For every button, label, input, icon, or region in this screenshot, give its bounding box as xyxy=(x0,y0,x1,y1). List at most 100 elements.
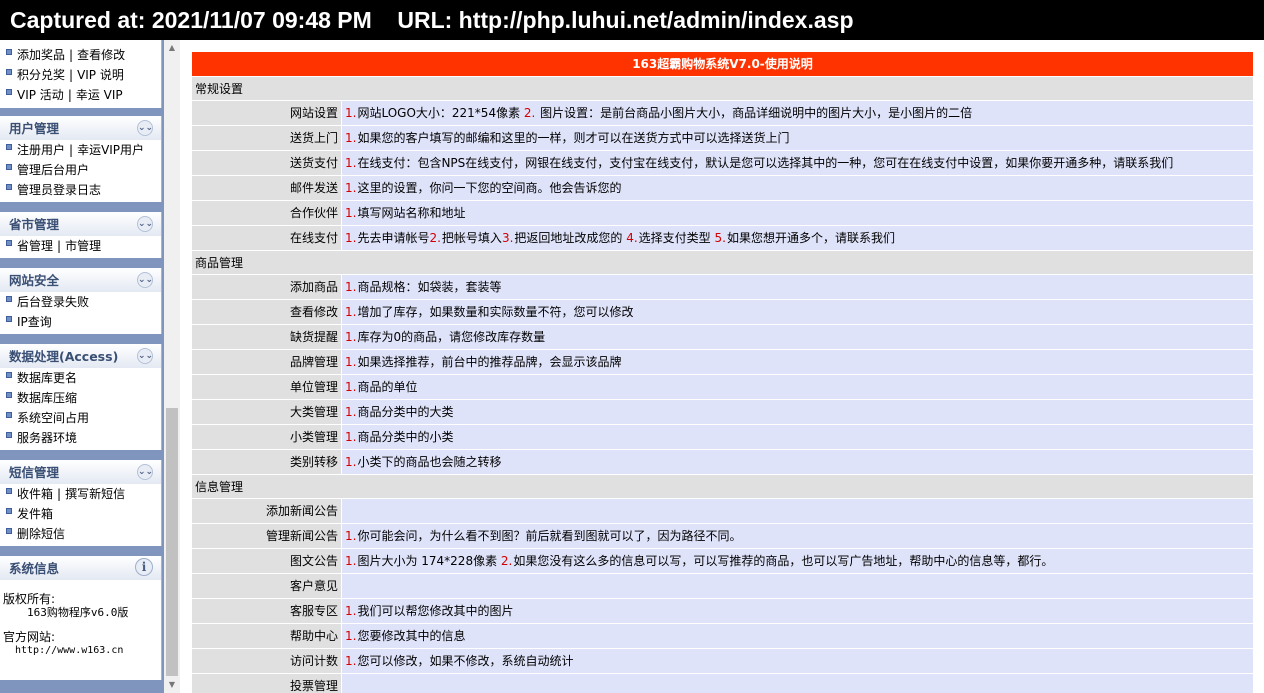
menu-line: 管理员登录日志 xyxy=(0,180,161,200)
step-text: 在线支付：包含NPS在线支付，网银在线支付，支付宝在线支付，默认是您可以选择其中… xyxy=(357,156,1174,170)
menu-link-points-exchange[interactable]: 积分兑奖 xyxy=(17,68,65,82)
menu-link-registered-users[interactable]: 注册用户 xyxy=(17,143,65,157)
row-label: 投票管理 xyxy=(192,674,342,693)
bullet-icon xyxy=(6,508,12,514)
step-text: 图片设置：是前台商品小图片大小，商品详细说明中的图片大小，是小图片的二倍 xyxy=(536,106,973,120)
row-label: 管理新闻公告 xyxy=(192,524,342,548)
panel-header[interactable]: 网站安全 ⌄⌄ xyxy=(0,268,161,292)
step-number: 1. xyxy=(345,405,357,419)
step-text: 如果您想开通多个，请联系我们 xyxy=(726,231,895,245)
menu-link-delete-sms[interactable]: 删除短信 xyxy=(17,527,65,541)
menu-line: 系统空间占用 xyxy=(0,408,161,428)
official-site-label: 官方网站: xyxy=(3,630,56,644)
row-label: 查看修改 xyxy=(192,300,342,324)
panel-header[interactable]: 用户管理 ⌄⌄ xyxy=(0,116,161,140)
panel-title: 系统信息 xyxy=(9,561,60,576)
menu-link-login-failures[interactable]: 后台登录失败 xyxy=(17,295,89,309)
bullet-icon xyxy=(6,528,12,534)
menu-line: 服务器环境 xyxy=(0,428,161,448)
panel-title: 数据处理(Access) xyxy=(9,349,119,364)
menu-link-vip-info[interactable]: VIP 说明 xyxy=(77,68,124,82)
section-header: 信息管理 xyxy=(192,475,1253,499)
row-label: 大类管理 xyxy=(192,400,342,424)
menu-link-server-env[interactable]: 服务器环境 xyxy=(17,431,77,445)
table-row: 帮助中心 1.您要修改其中的信息 xyxy=(192,624,1253,649)
table-row: 查看修改 1.增加了库存，如果数量和实际数量不符，您可以修改 xyxy=(192,300,1253,325)
separator: | xyxy=(67,88,72,102)
row-label: 图文公告 xyxy=(192,549,342,573)
menu-line: 数据库更名 xyxy=(0,368,161,388)
menu-link-db-compress[interactable]: 数据库压缩 xyxy=(17,391,77,405)
double-chevron-down-icon[interactable]: ⌄⌄ xyxy=(137,348,153,364)
bullet-icon xyxy=(6,316,12,322)
row-description: 1.填写网站名称和地址 xyxy=(342,201,1253,225)
table-row: 类别转移 1.小类下的商品也会随之转移 xyxy=(192,450,1253,475)
menu-link-inbox[interactable]: 收件箱 xyxy=(17,487,53,501)
region-mgmt-panel: 省市管理 ⌄⌄ 省管理 | 市管理 xyxy=(0,212,162,258)
menu-link-view-edit-prize[interactable]: 查看修改 xyxy=(77,48,125,62)
menu-link-admin-login-log[interactable]: 管理员登录日志 xyxy=(17,183,101,197)
menu-link-compose[interactable]: 撰写新短信 xyxy=(65,487,125,501)
row-label: 单位管理 xyxy=(192,375,342,399)
row-description: 1.商品分类中的大类 xyxy=(342,400,1253,424)
step-text: 如果选择推荐，前台中的推荐品牌，会显示该品牌 xyxy=(357,355,622,369)
menu-link-outbox[interactable]: 发件箱 xyxy=(17,507,53,521)
double-chevron-down-icon[interactable]: ⌄⌄ xyxy=(137,120,153,136)
scroll-down-arrow-icon[interactable]: ▼ xyxy=(164,677,180,693)
menu-link-space-usage[interactable]: 系统空间占用 xyxy=(17,411,89,425)
table-row: 送货支付 1.在线支付：包含NPS在线支付，网银在线支付，支付宝在线支付，默认是您… xyxy=(192,151,1253,176)
row-description xyxy=(342,499,1253,523)
panel-header[interactable]: 短信管理 ⌄⌄ xyxy=(0,460,161,484)
menu-line: 管理后台用户 xyxy=(0,160,161,180)
step-number: 1. xyxy=(345,604,357,618)
table-row: 在线支付 1.先去申请帐号2.把帐号填入3.把返回地址改成您的 4.选择支付类型 … xyxy=(192,226,1253,251)
step-text: 库存为0的商品，请您修改库存数量 xyxy=(357,330,546,344)
sms-mgmt-panel: 短信管理 ⌄⌄ 收件箱 | 撰写新短信 发件箱 删除短信 xyxy=(0,460,162,546)
table-row: 小类管理 1.商品分类中的小类 xyxy=(192,425,1253,450)
menu-link-add-prize[interactable]: 添加奖品 xyxy=(17,48,65,62)
menu-link-lucky-vip-users[interactable]: 幸运VIP用户 xyxy=(77,143,144,157)
step-text: 您可以修改，如果不修改，系统自动统计 xyxy=(357,654,574,668)
panel-title: 省市管理 xyxy=(9,217,60,232)
step-number: 1. xyxy=(345,280,357,294)
menu-link-db-rename[interactable]: 数据库更名 xyxy=(17,371,77,385)
sidebar-scrollbar[interactable]: ▲ ▼ xyxy=(164,40,180,693)
row-label: 合作伙伴 xyxy=(192,201,342,225)
menu-link-city[interactable]: 市管理 xyxy=(65,239,101,253)
official-site-link[interactable]: http://www.w163.cn xyxy=(3,644,161,658)
row-description: 1.这里的设置，你问一下您的空间商。他会告诉您的 xyxy=(342,176,1253,200)
panel-title: 用户管理 xyxy=(9,121,60,136)
scroll-up-arrow-icon[interactable]: ▲ xyxy=(164,40,180,56)
double-chevron-down-icon[interactable]: ⌄⌄ xyxy=(137,464,153,480)
row-description: 1.网站LOGO大小：221*54像素 2. 图片设置：是前台商品小图片大小，商… xyxy=(342,101,1253,125)
table-row: 管理新闻公告 1.你可能会问，为什么看不到图？前后就看到图就可以了，因为路径不同。 xyxy=(192,524,1253,549)
step-text: 增加了库存，如果数量和实际数量不符，您可以修改 xyxy=(357,305,634,319)
info-icon: i xyxy=(135,558,153,576)
panel-header[interactable]: 省市管理 ⌄⌄ xyxy=(0,212,161,236)
menu-link-lucky-vip[interactable]: 幸运 VIP xyxy=(76,88,123,102)
double-chevron-down-icon[interactable]: ⌄⌄ xyxy=(137,272,153,288)
table-row: 网站设置 1.网站LOGO大小：221*54像素 2. 图片设置：是前台商品小图片… xyxy=(192,101,1253,126)
scroll-thumb[interactable] xyxy=(166,408,178,676)
bullet-icon xyxy=(6,488,12,494)
double-chevron-down-icon[interactable]: ⌄⌄ xyxy=(137,216,153,232)
menu-link-ip-lookup[interactable]: IP查询 xyxy=(17,315,52,329)
table-row: 合作伙伴 1.填写网站名称和地址 xyxy=(192,201,1253,226)
menu-link-province[interactable]: 省管理 xyxy=(17,239,53,253)
step-number: 1. xyxy=(345,156,357,170)
row-label: 客服专区 xyxy=(192,599,342,623)
step-number: 1. xyxy=(345,430,357,444)
bullet-icon xyxy=(6,144,12,150)
row-description: 1.如果选择推荐，前台中的推荐品牌，会显示该品牌 xyxy=(342,350,1253,374)
separator: | xyxy=(69,68,74,82)
row-description: 1.在线支付：包含NPS在线支付，网银在线支付，支付宝在线支付，默认是您可以选择… xyxy=(342,151,1253,175)
row-description: 1.您可以修改，如果不修改，系统自动统计 xyxy=(342,649,1253,673)
bullet-icon xyxy=(6,164,12,170)
menu-link-admin-users[interactable]: 管理后台用户 xyxy=(17,163,89,177)
table-row: 单位管理 1.商品的单位 xyxy=(192,375,1253,400)
step-number: 2. xyxy=(523,106,536,120)
panel-header[interactable]: 数据处理(Access) ⌄⌄ xyxy=(0,344,161,368)
menu-link-vip-activity[interactable]: VIP 活动 xyxy=(17,88,64,102)
row-label: 客户意见 xyxy=(192,574,342,598)
step-text: 如果您没有这么多的信息可以写，可以写推荐的商品，也可以写广告地址，帮助中心的信息… xyxy=(513,554,1054,568)
